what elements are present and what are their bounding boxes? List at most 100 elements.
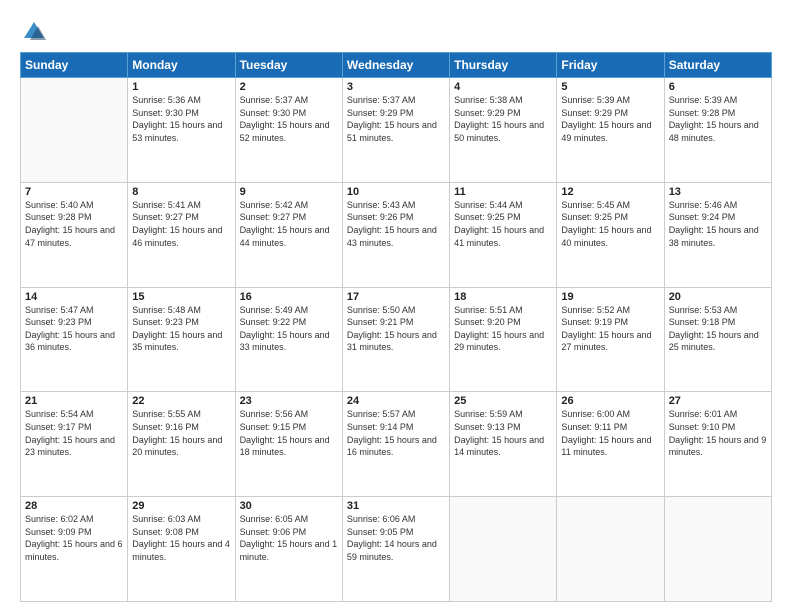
header [20, 18, 772, 46]
day-info: Sunrise: 5:40 AMSunset: 9:28 PMDaylight:… [25, 199, 123, 249]
day-number: 30 [240, 500, 338, 512]
calendar-cell: 1Sunrise: 5:36 AMSunset: 9:30 PMDaylight… [128, 78, 235, 183]
calendar-cell: 23Sunrise: 5:56 AMSunset: 9:15 PMDayligh… [235, 392, 342, 497]
day-number: 3 [347, 81, 445, 93]
calendar-cell: 21Sunrise: 5:54 AMSunset: 9:17 PMDayligh… [21, 392, 128, 497]
calendar-cell [450, 497, 557, 602]
day-number: 21 [25, 395, 123, 407]
calendar-cell: 11Sunrise: 5:44 AMSunset: 9:25 PMDayligh… [450, 182, 557, 287]
weekday-saturday: Saturday [664, 53, 771, 78]
calendar-cell: 30Sunrise: 6:05 AMSunset: 9:06 PMDayligh… [235, 497, 342, 602]
calendar-cell: 2Sunrise: 5:37 AMSunset: 9:30 PMDaylight… [235, 78, 342, 183]
day-number: 11 [454, 186, 552, 198]
calendar-week-1: 1Sunrise: 5:36 AMSunset: 9:30 PMDaylight… [21, 78, 772, 183]
day-number: 24 [347, 395, 445, 407]
weekday-monday: Monday [128, 53, 235, 78]
calendar-week-3: 14Sunrise: 5:47 AMSunset: 9:23 PMDayligh… [21, 287, 772, 392]
calendar-cell: 13Sunrise: 5:46 AMSunset: 9:24 PMDayligh… [664, 182, 771, 287]
day-info: Sunrise: 6:06 AMSunset: 9:05 PMDaylight:… [347, 513, 445, 563]
calendar-cell: 14Sunrise: 5:47 AMSunset: 9:23 PMDayligh… [21, 287, 128, 392]
calendar-cell: 16Sunrise: 5:49 AMSunset: 9:22 PMDayligh… [235, 287, 342, 392]
day-info: Sunrise: 5:37 AMSunset: 9:29 PMDaylight:… [347, 94, 445, 144]
day-number: 14 [25, 291, 123, 303]
calendar-cell: 10Sunrise: 5:43 AMSunset: 9:26 PMDayligh… [342, 182, 449, 287]
day-info: Sunrise: 6:01 AMSunset: 9:10 PMDaylight:… [669, 408, 767, 458]
calendar-header: SundayMondayTuesdayWednesdayThursdayFrid… [21, 53, 772, 78]
day-info: Sunrise: 5:37 AMSunset: 9:30 PMDaylight:… [240, 94, 338, 144]
day-number: 9 [240, 186, 338, 198]
day-number: 27 [669, 395, 767, 407]
day-info: Sunrise: 5:38 AMSunset: 9:29 PMDaylight:… [454, 94, 552, 144]
day-info: Sunrise: 5:47 AMSunset: 9:23 PMDaylight:… [25, 304, 123, 354]
day-number: 18 [454, 291, 552, 303]
calendar-cell: 22Sunrise: 5:55 AMSunset: 9:16 PMDayligh… [128, 392, 235, 497]
logo [20, 18, 52, 46]
day-info: Sunrise: 5:54 AMSunset: 9:17 PMDaylight:… [25, 408, 123, 458]
day-info: Sunrise: 5:42 AMSunset: 9:27 PMDaylight:… [240, 199, 338, 249]
weekday-wednesday: Wednesday [342, 53, 449, 78]
day-number: 28 [25, 500, 123, 512]
day-number: 20 [669, 291, 767, 303]
day-number: 16 [240, 291, 338, 303]
day-number: 25 [454, 395, 552, 407]
day-number: 6 [669, 81, 767, 93]
day-number: 17 [347, 291, 445, 303]
calendar-cell: 17Sunrise: 5:50 AMSunset: 9:21 PMDayligh… [342, 287, 449, 392]
day-info: Sunrise: 5:56 AMSunset: 9:15 PMDaylight:… [240, 408, 338, 458]
day-info: Sunrise: 6:00 AMSunset: 9:11 PMDaylight:… [561, 408, 659, 458]
calendar-cell: 27Sunrise: 6:01 AMSunset: 9:10 PMDayligh… [664, 392, 771, 497]
day-info: Sunrise: 5:39 AMSunset: 9:29 PMDaylight:… [561, 94, 659, 144]
day-number: 8 [132, 186, 230, 198]
calendar-cell: 20Sunrise: 5:53 AMSunset: 9:18 PMDayligh… [664, 287, 771, 392]
day-number: 1 [132, 81, 230, 93]
day-number: 5 [561, 81, 659, 93]
day-info: Sunrise: 5:48 AMSunset: 9:23 PMDaylight:… [132, 304, 230, 354]
calendar-cell: 25Sunrise: 5:59 AMSunset: 9:13 PMDayligh… [450, 392, 557, 497]
logo-icon [20, 18, 48, 46]
day-info: Sunrise: 5:44 AMSunset: 9:25 PMDaylight:… [454, 199, 552, 249]
calendar-cell: 6Sunrise: 5:39 AMSunset: 9:28 PMDaylight… [664, 78, 771, 183]
day-number: 4 [454, 81, 552, 93]
calendar-cell: 3Sunrise: 5:37 AMSunset: 9:29 PMDaylight… [342, 78, 449, 183]
calendar-cell: 15Sunrise: 5:48 AMSunset: 9:23 PMDayligh… [128, 287, 235, 392]
day-info: Sunrise: 5:50 AMSunset: 9:21 PMDaylight:… [347, 304, 445, 354]
day-info: Sunrise: 5:45 AMSunset: 9:25 PMDaylight:… [561, 199, 659, 249]
weekday-friday: Friday [557, 53, 664, 78]
calendar-week-2: 7Sunrise: 5:40 AMSunset: 9:28 PMDaylight… [21, 182, 772, 287]
calendar-cell: 12Sunrise: 5:45 AMSunset: 9:25 PMDayligh… [557, 182, 664, 287]
calendar-cell: 24Sunrise: 5:57 AMSunset: 9:14 PMDayligh… [342, 392, 449, 497]
calendar-cell: 4Sunrise: 5:38 AMSunset: 9:29 PMDaylight… [450, 78, 557, 183]
calendar-week-4: 21Sunrise: 5:54 AMSunset: 9:17 PMDayligh… [21, 392, 772, 497]
day-number: 15 [132, 291, 230, 303]
day-info: Sunrise: 5:41 AMSunset: 9:27 PMDaylight:… [132, 199, 230, 249]
calendar-cell [664, 497, 771, 602]
day-info: Sunrise: 6:02 AMSunset: 9:09 PMDaylight:… [25, 513, 123, 563]
calendar-cell: 9Sunrise: 5:42 AMSunset: 9:27 PMDaylight… [235, 182, 342, 287]
weekday-thursday: Thursday [450, 53, 557, 78]
calendar-page: SundayMondayTuesdayWednesdayThursdayFrid… [0, 0, 792, 612]
calendar-cell: 18Sunrise: 5:51 AMSunset: 9:20 PMDayligh… [450, 287, 557, 392]
day-info: Sunrise: 6:03 AMSunset: 9:08 PMDaylight:… [132, 513, 230, 563]
calendar-week-5: 28Sunrise: 6:02 AMSunset: 9:09 PMDayligh… [21, 497, 772, 602]
day-number: 29 [132, 500, 230, 512]
day-info: Sunrise: 5:55 AMSunset: 9:16 PMDaylight:… [132, 408, 230, 458]
day-number: 31 [347, 500, 445, 512]
calendar-cell: 28Sunrise: 6:02 AMSunset: 9:09 PMDayligh… [21, 497, 128, 602]
calendar-cell: 7Sunrise: 5:40 AMSunset: 9:28 PMDaylight… [21, 182, 128, 287]
day-number: 22 [132, 395, 230, 407]
calendar-cell: 26Sunrise: 6:00 AMSunset: 9:11 PMDayligh… [557, 392, 664, 497]
day-number: 10 [347, 186, 445, 198]
weekday-sunday: Sunday [21, 53, 128, 78]
day-info: Sunrise: 5:51 AMSunset: 9:20 PMDaylight:… [454, 304, 552, 354]
weekday-header-row: SundayMondayTuesdayWednesdayThursdayFrid… [21, 53, 772, 78]
day-number: 2 [240, 81, 338, 93]
day-info: Sunrise: 5:39 AMSunset: 9:28 PMDaylight:… [669, 94, 767, 144]
day-info: Sunrise: 5:46 AMSunset: 9:24 PMDaylight:… [669, 199, 767, 249]
calendar-table: SundayMondayTuesdayWednesdayThursdayFrid… [20, 52, 772, 602]
day-info: Sunrise: 5:43 AMSunset: 9:26 PMDaylight:… [347, 199, 445, 249]
day-number: 19 [561, 291, 659, 303]
day-info: Sunrise: 5:52 AMSunset: 9:19 PMDaylight:… [561, 304, 659, 354]
day-number: 7 [25, 186, 123, 198]
calendar-cell: 29Sunrise: 6:03 AMSunset: 9:08 PMDayligh… [128, 497, 235, 602]
day-info: Sunrise: 5:49 AMSunset: 9:22 PMDaylight:… [240, 304, 338, 354]
